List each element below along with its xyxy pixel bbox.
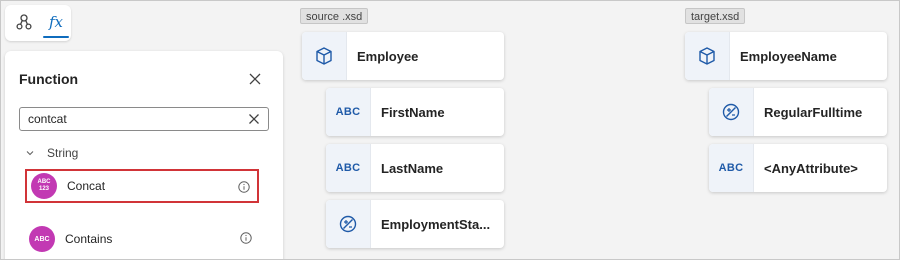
- concat-icon-text-bottom: 123: [38, 186, 49, 192]
- tool-strip: fx: [5, 5, 71, 41]
- function-item-concat[interactable]: ABC 123 Concat: [25, 169, 259, 203]
- chevron-down-icon: [26, 151, 34, 156]
- target-node-employeename[interactable]: EmployeeName: [685, 32, 887, 80]
- cube-icon: [302, 32, 347, 80]
- source-node-firstname[interactable]: ABC FirstName: [326, 88, 504, 136]
- concat-function-icon: ABC 123: [31, 173, 57, 199]
- node-label: EmployeeName: [740, 48, 837, 64]
- source-node-employmentstatus[interactable]: EmploymentSta...: [326, 200, 504, 248]
- string-type-icon: ABC: [709, 144, 754, 192]
- panel-title: Function: [19, 71, 79, 87]
- node-label: RegularFulltime: [764, 104, 863, 120]
- category-string-toggle[interactable]: String: [25, 143, 78, 163]
- string-type-icon: ABC: [326, 144, 371, 192]
- node-label: Employee: [357, 48, 419, 64]
- info-icon[interactable]: [239, 231, 253, 245]
- target-node-regularfulltime[interactable]: RegularFulltime: [709, 88, 887, 136]
- target-node-anyattribute[interactable]: ABC <AnyAttribute>: [709, 144, 887, 192]
- function-search-box: [19, 107, 269, 131]
- function-item-label: Contains: [65, 232, 113, 246]
- function-panel: Function String ABC 123 Co: [5, 51, 283, 259]
- function-search-input[interactable]: [20, 108, 235, 130]
- close-panel-button[interactable]: [245, 69, 265, 89]
- function-item-label: Concat: [67, 179, 106, 193]
- source-schema-tag: source .xsd: [300, 8, 369, 24]
- function-icon-label: fx: [48, 13, 63, 31]
- category-label: String: [47, 146, 79, 160]
- concat-icon-text-top: ABC: [37, 179, 51, 185]
- contains-function-icon: ABC: [29, 226, 55, 252]
- node-label: FirstName: [381, 104, 445, 120]
- decimal-icon: [326, 200, 371, 248]
- source-node-lastname[interactable]: ABC LastName: [326, 144, 504, 192]
- string-type-icon-text: ABC: [335, 162, 361, 174]
- string-type-icon-text: ABC: [335, 106, 361, 118]
- close-icon: [249, 73, 261, 85]
- clear-search-button[interactable]: [246, 111, 262, 127]
- target-schema-tag: target.xsd: [685, 8, 746, 24]
- function-icon[interactable]: fx: [43, 9, 69, 38]
- contains-icon-text: ABC: [34, 235, 50, 243]
- node-label: EmploymentSta...: [381, 216, 491, 232]
- mapping-graph-icon[interactable]: [11, 9, 37, 35]
- info-icon[interactable]: [237, 180, 251, 194]
- node-label: <AnyAttribute>: [764, 160, 858, 176]
- close-icon: [249, 114, 259, 124]
- node-label: LastName: [381, 160, 444, 176]
- source-node-employee[interactable]: Employee: [302, 32, 504, 80]
- string-type-icon-text: ABC: [718, 162, 744, 174]
- string-type-icon: ABC: [326, 88, 371, 136]
- data-mapper-canvas: fx Function String ABC: [0, 0, 900, 260]
- function-item-contains[interactable]: ABC Contains: [25, 222, 259, 256]
- cube-icon: [685, 32, 730, 80]
- decimal-icon: [709, 88, 754, 136]
